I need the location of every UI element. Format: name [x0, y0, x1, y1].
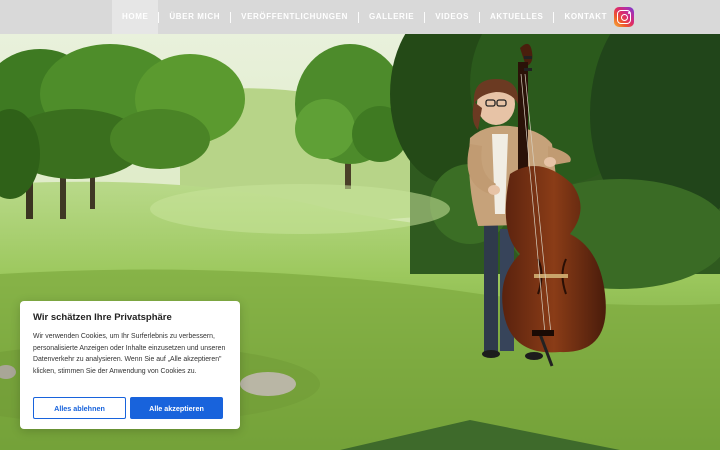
nav-item-home[interactable]: HOME	[112, 0, 159, 34]
nav-divider	[424, 11, 426, 23]
main-nav: HOME ÜBER MICH VERÖFFENTLICHUNGEN GALLER…	[112, 0, 617, 34]
instagram-icon-lens	[620, 13, 628, 21]
nav-item-gallerie[interactable]: GALLERIE	[359, 0, 424, 34]
cookie-title: Wir schätzen Ihre Privatsphäre	[33, 312, 172, 323]
top-navbar: HOME ÜBER MICH VERÖFFENTLICHUNGEN GALLER…	[0, 0, 720, 34]
nav-divider	[479, 11, 481, 23]
cookie-consent-banner: Wir schätzen Ihre Privatsphäre Wir verwe…	[20, 301, 240, 429]
nav-divider	[553, 11, 555, 23]
accept-all-button[interactable]: Alle akzeptieren	[130, 397, 223, 419]
nav-item-aktuelles[interactable]: AKTUELLES	[480, 0, 553, 34]
nav-item-kontakt[interactable]: KONTAKT	[554, 0, 617, 34]
rock	[240, 372, 296, 396]
nav-item-ueber-mich[interactable]: ÜBER MICH	[159, 0, 230, 34]
nav-divider	[357, 11, 359, 23]
nav-item-videos[interactable]: VIDEOS	[425, 0, 479, 34]
instagram-icon[interactable]	[614, 7, 634, 27]
sunlit-patch	[150, 184, 450, 234]
instagram-icon-dot	[627, 11, 630, 14]
nav-divider	[230, 11, 232, 23]
reject-all-button[interactable]: Alles ablehnen	[33, 397, 126, 419]
cookie-button-row: Alles ablehnen Alle akzeptieren	[33, 397, 223, 419]
nav-divider	[158, 11, 160, 23]
cookie-description: Wir verwenden Cookies, um Ihr Surferlebn…	[33, 333, 226, 376]
nav-item-veroeffentlichungen[interactable]: VERÖFFENTLICHUNGEN	[231, 0, 358, 34]
